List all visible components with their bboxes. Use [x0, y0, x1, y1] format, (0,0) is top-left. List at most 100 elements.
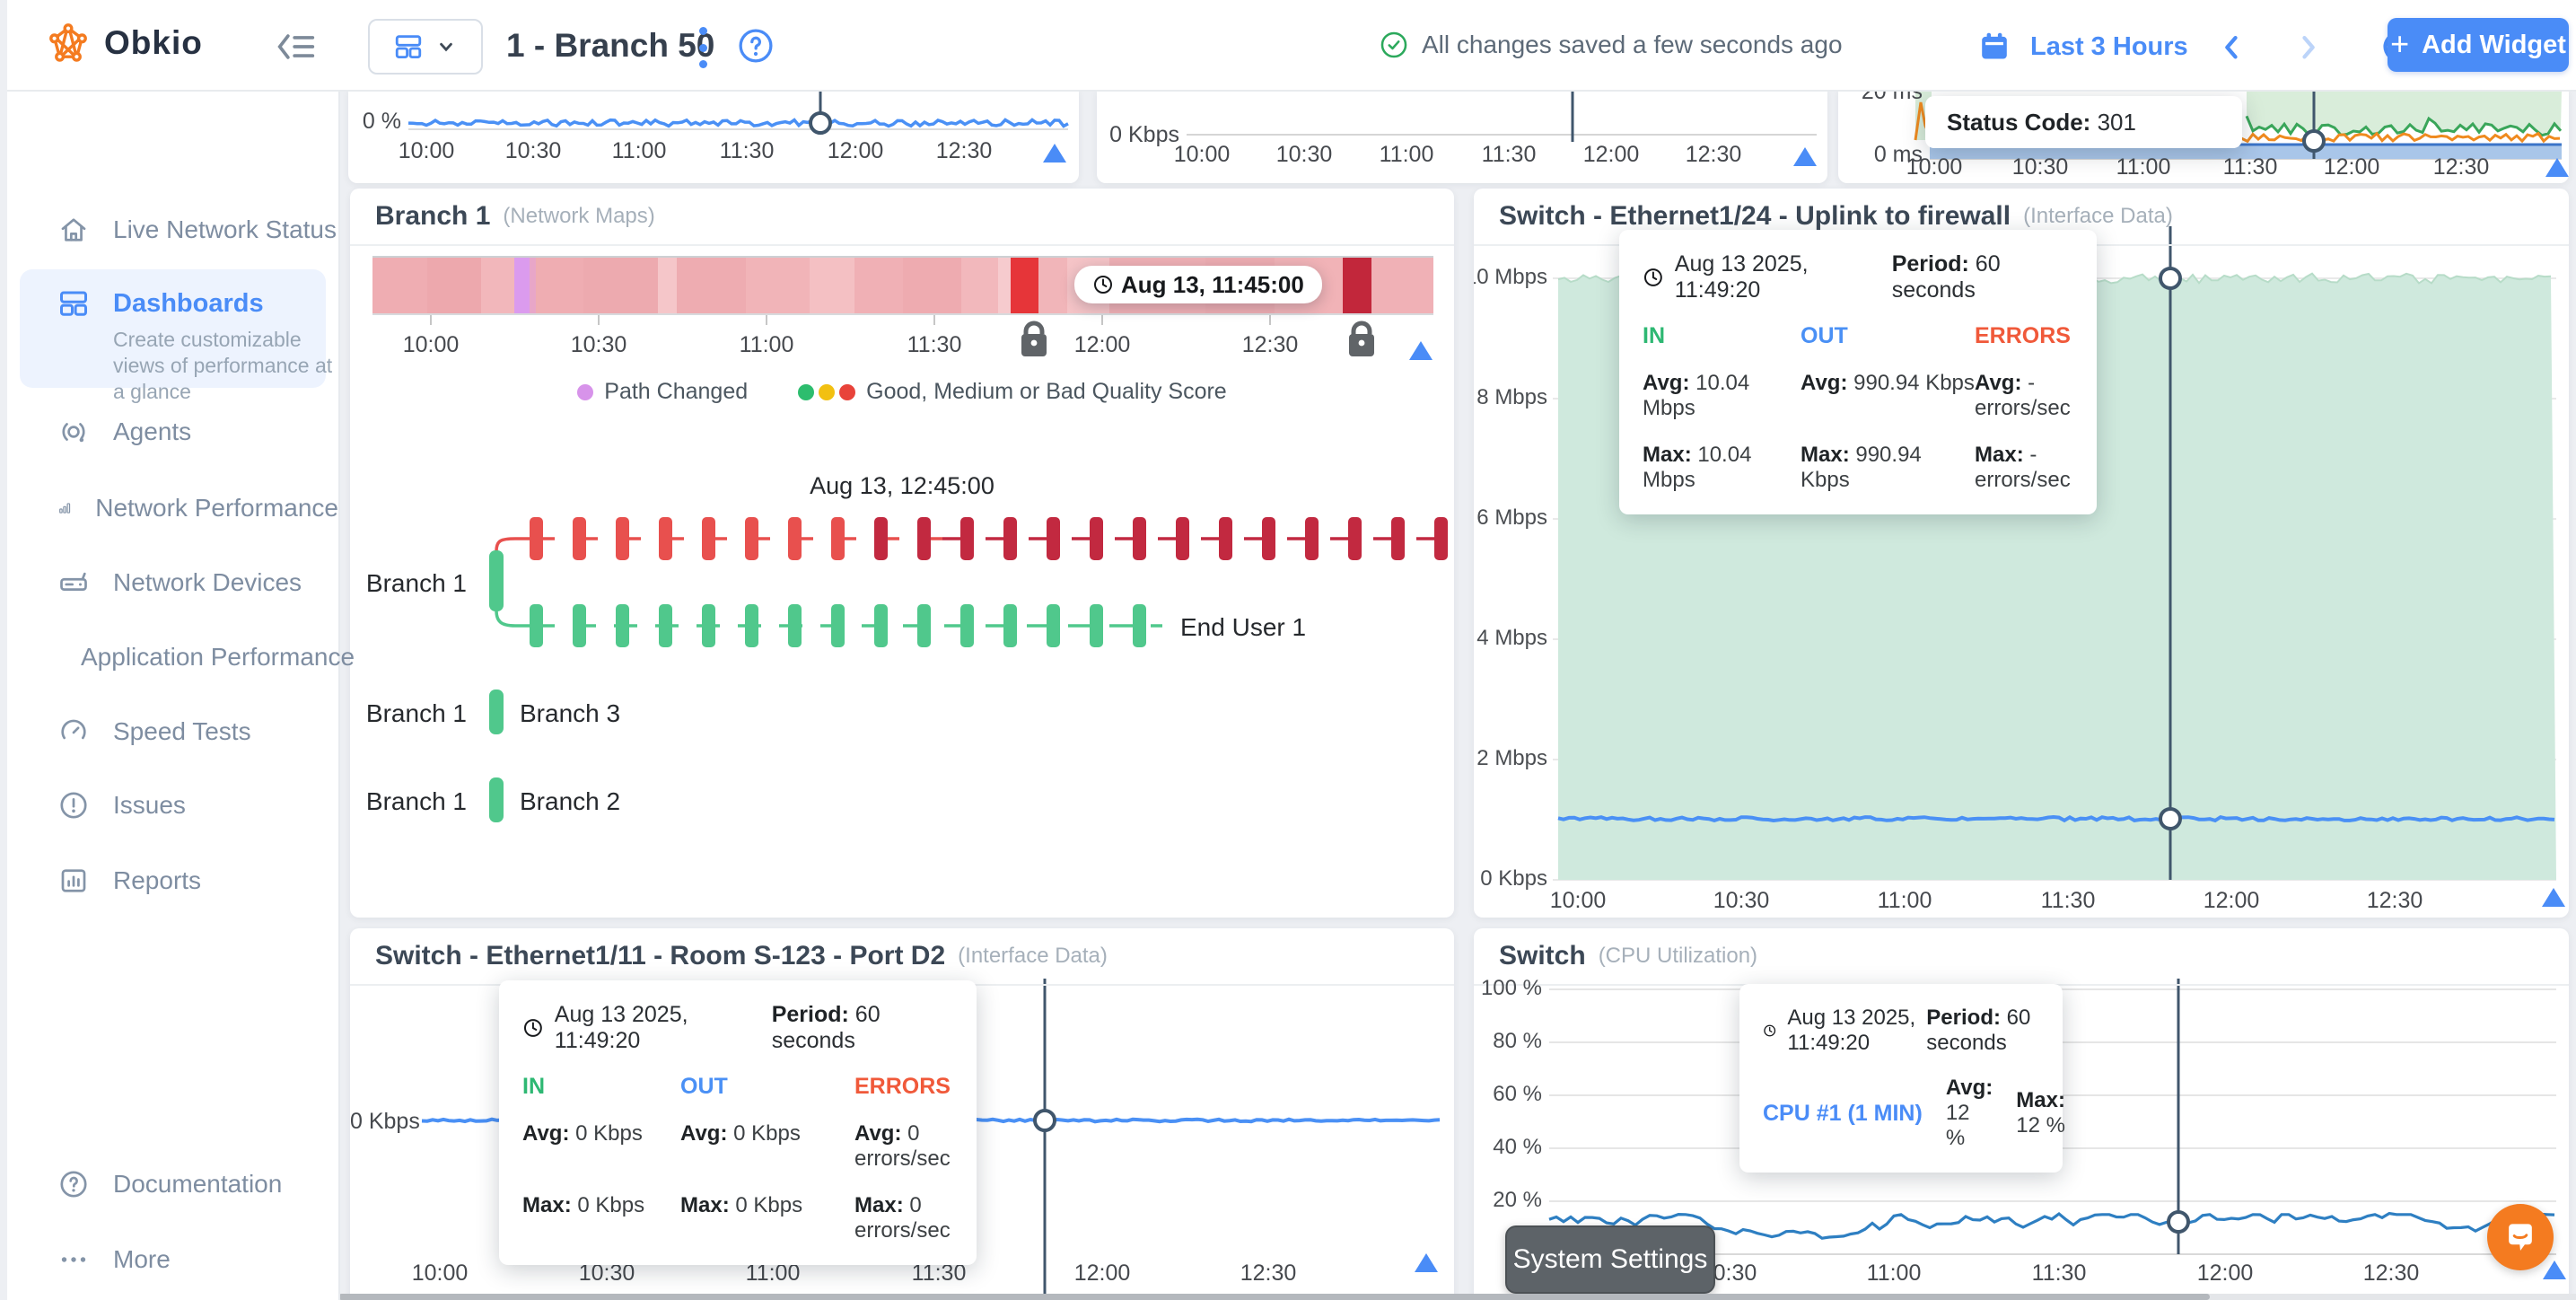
widget-interface-port-d2: Switch - Ethernet1/11 - Room S-123 - Por…	[350, 928, 1454, 1300]
heatmap-segment[interactable]	[810, 258, 854, 313]
sidebar-item-documentation[interactable]: Documentation	[7, 1155, 338, 1213]
system-settings-text: System Settings	[1513, 1244, 1708, 1275]
crosshair-marker	[810, 113, 830, 133]
resize-handle-icon[interactable]	[2545, 158, 2569, 177]
heatmap-segment[interactable]	[427, 258, 480, 313]
in-series-label: IN	[1643, 323, 1801, 349]
sidebar-item-more[interactable]: More	[7, 1231, 338, 1288]
resize-handle-icon[interactable]	[1415, 1253, 1438, 1272]
widget-type-button[interactable]	[368, 19, 483, 75]
resize-handle-icon[interactable]	[2542, 888, 2565, 907]
tick-label: 12:00	[1074, 1260, 1131, 1287]
sidebar-item-speed-tests[interactable]: Speed Tests	[7, 703, 338, 760]
status-code-value: 301	[2098, 109, 2136, 136]
heatmap-segment[interactable]	[530, 258, 536, 313]
add-widget-button[interactable]: + Add Widget	[2388, 18, 2569, 72]
app-window: Obkio 1 - Branch 50 All change	[0, 0, 2576, 1300]
sidebar-item-network-performance[interactable]: Network Performance	[7, 479, 338, 537]
sidebar-item-network-devices[interactable]: Network Devices	[7, 554, 338, 611]
heatmap-segment[interactable]	[1038, 258, 1067, 313]
time-range-controls: Last 3 Hours	[1978, 27, 2418, 66]
heatmap-segment[interactable]	[1371, 258, 1433, 313]
widget-top-left-chart[interactable]: 0 % 10:0010:3011:0011:3012:0012:30	[348, 90, 1079, 183]
heatmap-segment[interactable]	[514, 258, 530, 313]
widget-cpu-utilization: Switch (CPU Utilization) 100 %80 %60 %40…	[1474, 928, 2569, 1300]
resize-handle-icon[interactable]	[1409, 341, 1433, 360]
sidebar-collapse-button[interactable]	[276, 32, 316, 61]
crosshair-marker	[1035, 1111, 1055, 1130]
widget-title: Switch - Ethernet1/24 - Uplink to firewa…	[1499, 201, 2011, 232]
path-hop-bad	[788, 517, 802, 560]
map-node-label[interactable]: Branch 2	[520, 787, 620, 816]
path-hop-bad	[831, 517, 845, 560]
tooltip-values: IN OUT ERRORS Avg: 0 Kbps Avg: 0 Kbps Av…	[499, 1054, 977, 1265]
obkio-logo-icon	[47, 22, 90, 65]
tick-label: 12:30	[936, 138, 993, 164]
in-avg: Avg: 0 Kbps	[522, 1121, 680, 1172]
heatmap-segment[interactable]	[746, 258, 810, 313]
help-button[interactable]	[736, 26, 775, 70]
chat-widget-button[interactable]	[2487, 1204, 2554, 1270]
heatmap-segment[interactable]	[961, 258, 998, 313]
sidebar-item-reports[interactable]: Reports	[7, 852, 338, 909]
sidebar-item-label: Dashboards	[113, 289, 264, 319]
widget-top-right-chart[interactable]: 20 ms 0 ms Status Code: 301 10:0010:3011…	[1838, 90, 2569, 183]
chart-area[interactable]	[348, 90, 1079, 183]
hover-time-text: Aug 13, 11:45:00	[1121, 271, 1304, 299]
tick-label: 10:00	[1906, 154, 1963, 180]
time-range-label[interactable]: Last 3 Hours	[2030, 32, 2188, 62]
heatmap-segment[interactable]	[1343, 258, 1371, 313]
heatmap-segment[interactable]	[677, 258, 746, 313]
heatmap-segment[interactable]	[658, 258, 677, 313]
map-node-label[interactable]: Branch 1	[359, 569, 467, 598]
widget-subtitle: (Interface Data)	[958, 944, 1108, 969]
map-node-label[interactable]: Branch 3	[520, 699, 620, 728]
heatmap-segment[interactable]	[372, 258, 427, 313]
clock-icon	[522, 1016, 544, 1040]
sidebar-item-agents[interactable]: Agents	[7, 403, 338, 461]
sidebar-item-live-network-status[interactable]: Live Network Status	[7, 201, 338, 259]
tooltip-period: Period: 60 seconds	[1892, 251, 2073, 303]
agents-icon	[57, 416, 90, 448]
logo[interactable]: Obkio	[47, 22, 203, 65]
path-hop-bad	[702, 517, 715, 560]
tick-label: 11:30	[720, 138, 775, 164]
tick-label: 12:30	[2363, 1260, 2420, 1287]
ellipsis-icon	[57, 1243, 90, 1276]
path-hop-bad	[530, 517, 543, 560]
resize-handle-icon[interactable]	[1043, 144, 1066, 162]
map-node-label[interactable]: End User 1	[1180, 613, 1306, 642]
sidebar-item-issues[interactable]: Issues	[7, 777, 338, 834]
sidebar-item-dashboards[interactable]: Dashboards Create customizable views of …	[20, 269, 326, 388]
sidebar-item-application-performance[interactable]: Application Performance	[7, 628, 338, 686]
network-device-icon	[57, 567, 90, 599]
path-hop-good	[831, 604, 845, 647]
status-code-label: Status Code:	[1947, 109, 2090, 136]
dashboard-menu-button[interactable]	[691, 25, 714, 70]
map-node-label[interactable]: Branch 1	[359, 787, 467, 816]
heatmap-segment[interactable]	[536, 258, 583, 313]
path-hop-bad	[616, 517, 629, 560]
widget-top-middle-chart[interactable]: 0 Kbps 10:0010:3011:0011:3012:0012:30	[1097, 90, 1827, 183]
heatmap-segment[interactable]	[998, 258, 1011, 313]
previous-range-button[interactable]	[2217, 31, 2247, 62]
dashboard-grid-icon	[57, 287, 90, 320]
heatmap-segment[interactable]	[1011, 258, 1038, 313]
tick-label: 10:00	[412, 1260, 469, 1287]
resize-handle-icon[interactable]	[1793, 147, 1817, 166]
heatmap-segment[interactable]	[903, 258, 961, 313]
calendar-icon[interactable]	[1978, 30, 2011, 64]
scrollbar-thumb[interactable]	[338, 1294, 2210, 1300]
map-node-label[interactable]: Branch 1	[359, 699, 467, 728]
tick-label: 12:00	[2324, 154, 2380, 180]
out-avg: Avg: 0 Kbps	[680, 1121, 854, 1172]
chart-tooltip: Aug 13 2025, 11:49:20 Period: 60 seconds…	[1739, 984, 2063, 1173]
heatmap-segment[interactable]	[583, 258, 658, 313]
next-range-button[interactable]	[2292, 31, 2323, 62]
tick-label: 10:30	[505, 138, 562, 164]
resize-handle-icon[interactable]	[2543, 1260, 2566, 1279]
heatmap-segment[interactable]	[481, 258, 515, 313]
tick-label: 8 Mbps	[1476, 385, 1547, 410]
horizontal-scrollbar[interactable]	[338, 1294, 2576, 1300]
heatmap-segment[interactable]	[854, 258, 903, 313]
